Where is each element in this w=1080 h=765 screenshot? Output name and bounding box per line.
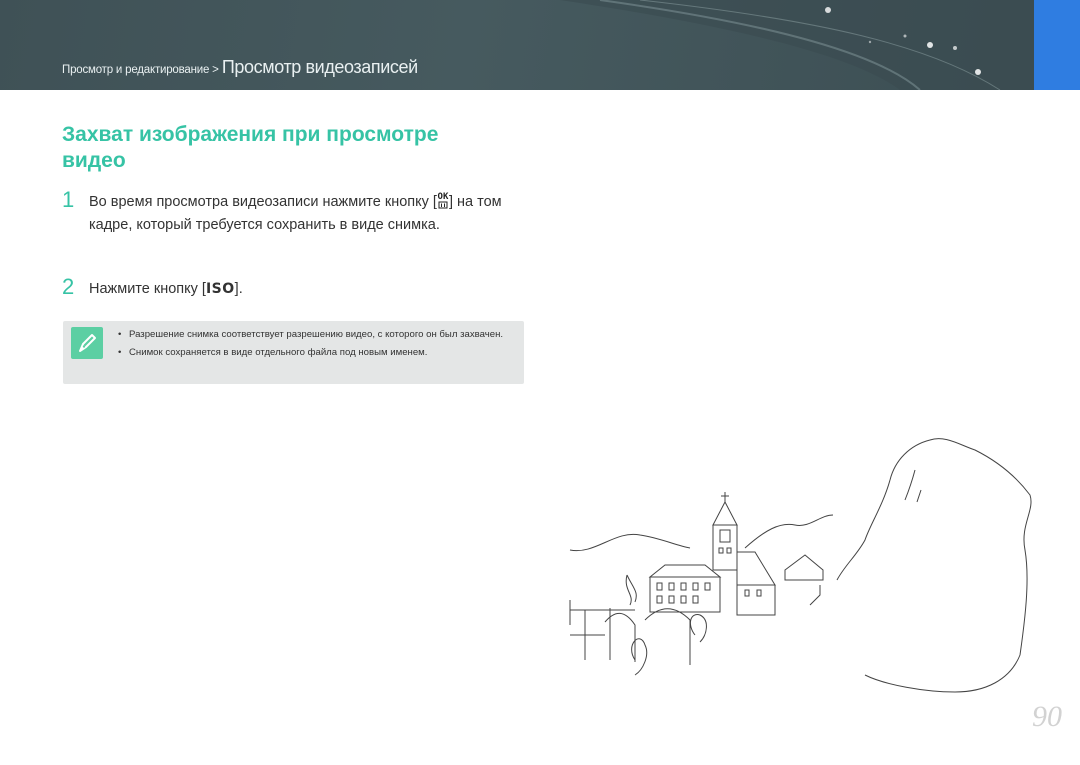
step-text-after: ]. (234, 281, 243, 297)
step-text: Нажмите кнопку [ISO]. (89, 278, 519, 301)
note-box: Разрешение снимка соответствует разрешен… (63, 321, 524, 384)
header-banner: Просмотр и редактирование > Просмотр видео… (0, 0, 1034, 90)
step-text-before: Во время просмотра видеозаписи нажмите к… (89, 194, 437, 210)
note-list: Разрешение снимка соответствует разрешен… (115, 327, 515, 363)
breadcrumb-current: Просмотр видеозаписей (221, 57, 418, 77)
breadcrumb-parent[interactable]: Просмотр и редактирование (62, 64, 209, 76)
note-item: Разрешение снимка соответствует разрешен… (115, 327, 515, 342)
chapter-side-tab[interactable] (1034, 0, 1080, 90)
step-text-before: Нажмите кнопку [ (89, 281, 206, 297)
ok-button-icon: OK (437, 193, 449, 211)
pen-icon (71, 327, 103, 359)
step-text: Во время просмотра видеозаписи нажмите к… (89, 191, 519, 237)
breadcrumb: Просмотр и редактирование > Просмотр видео… (62, 57, 418, 78)
page-number: 90 (1032, 700, 1062, 733)
breadcrumb-separator: > (212, 64, 219, 76)
step-number: 2 (62, 274, 75, 299)
step-number: 1 (62, 187, 75, 212)
section-title: Захват изображения при просмотре видео (62, 123, 439, 172)
village-mountain-illustration (569, 438, 1032, 693)
trash-glyph-icon (438, 201, 448, 209)
note-item: Снимок сохраняется в виде отдельного фай… (115, 345, 515, 360)
iso-button-icon: ISO (205, 281, 235, 297)
